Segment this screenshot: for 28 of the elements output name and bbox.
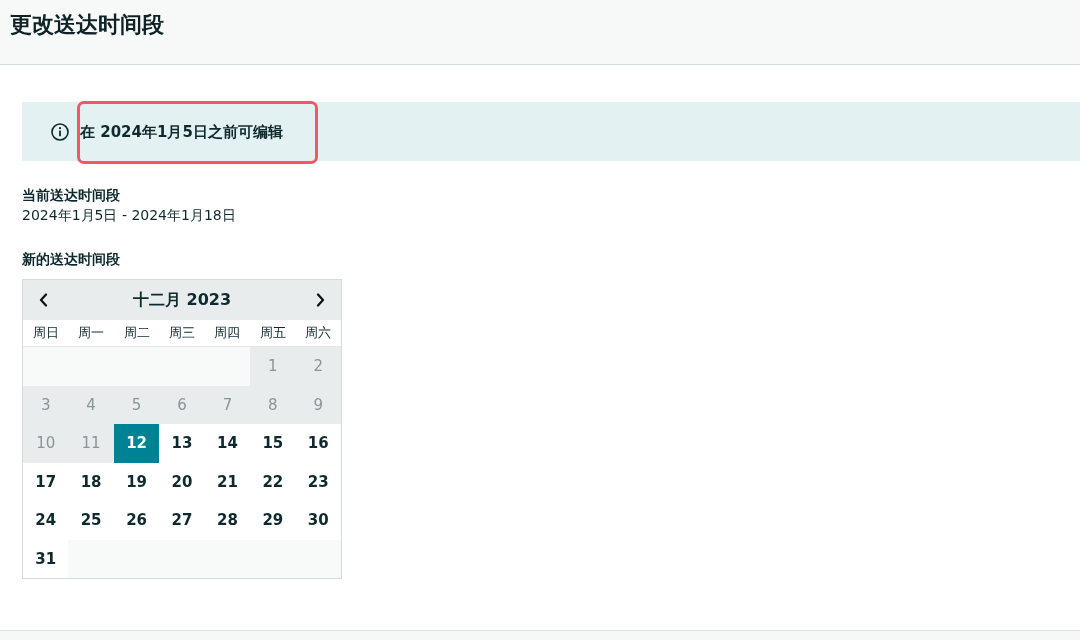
weekday-label: 周三: [169, 324, 195, 342]
section-label: 当前送达时间段: [22, 186, 120, 205]
disabled-calendar-day: 8: [250, 385, 296, 424]
weekday-label: 周六: [305, 324, 332, 342]
disabled-calendar-day: 11: [68, 424, 114, 463]
weekday-label: 周四: [214, 324, 241, 342]
weekday-label: 周二: [123, 324, 150, 342]
disabled-calendar-day: 4: [68, 385, 114, 424]
disabled-calendar-day: 1: [250, 347, 296, 386]
weekday-label: 周一: [78, 324, 105, 342]
section-label: 新的送达时间段: [22, 250, 120, 269]
disabled-calendar-day: 3: [23, 385, 69, 424]
weekday-label: 周五: [259, 324, 286, 342]
chevron-right-icon: [316, 293, 325, 307]
page-title: 更改送达时间段: [10, 11, 164, 39]
month-title: 十二月 2023: [132, 289, 232, 311]
disabled-calendar-day: 2: [295, 347, 341, 386]
notice-text: 在 2024年1月5日之前可编辑: [80, 121, 283, 142]
chevron-left-icon: [39, 293, 48, 307]
selected-calendar-day[interactable]: 12: [113, 424, 160, 463]
disabled-calendar-day: 5: [113, 385, 160, 424]
disabled-calendar-day: 10: [23, 424, 69, 463]
disabled-calendar-day: 7: [204, 385, 251, 424]
disabled-calendar-day: 6: [159, 385, 205, 424]
weekday-label: 周日: [32, 324, 59, 342]
info-icon: [51, 122, 69, 141]
delivery-date-range: 2024年1月5日 - 2024年1月18日: [22, 206, 236, 225]
disabled-calendar-day: 9: [295, 385, 341, 424]
